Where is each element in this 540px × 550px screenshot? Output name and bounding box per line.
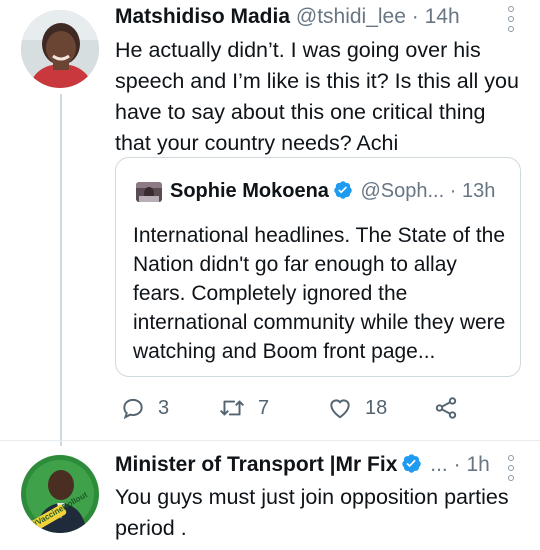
author-name[interactable]: Matshidiso Madia xyxy=(115,5,290,28)
reply-icon xyxy=(123,398,143,420)
timestamp[interactable]: 14h xyxy=(425,5,460,28)
verified-badge-icon xyxy=(333,180,353,207)
quoted-tweet-header: Sophie Mokoena @Soph... · 13h xyxy=(170,178,495,207)
like-count: 18 xyxy=(365,396,388,419)
share-icon xyxy=(435,397,457,419)
tweet-actions: 3 7 18 xyxy=(115,395,475,425)
separator-dot: · xyxy=(449,180,457,202)
share-button[interactable] xyxy=(433,395,459,421)
tweet-text: You guys must just join opposition parti… xyxy=(115,485,509,540)
tweet-header: Matshidiso Madia @tshidi_lee · 14h xyxy=(115,4,460,30)
avatar[interactable] xyxy=(21,10,99,88)
retweet-count: 7 xyxy=(258,396,270,419)
quoted-avatar-photo-icon xyxy=(136,182,162,202)
timestamp[interactable]: 1h xyxy=(466,453,489,476)
reply-count: 3 xyxy=(158,396,170,419)
like-icon xyxy=(330,399,350,419)
author-name[interactable]: Minister of Transport |Mr Fix xyxy=(115,453,397,476)
quoted-author-name: Sophie Mokoena xyxy=(170,180,329,202)
retweet-icon xyxy=(220,400,244,416)
verified-badge-icon xyxy=(401,453,422,481)
truncated-handle: ... xyxy=(430,453,448,476)
tweet-header: Minister of Transport |Mr Fix ... · 1h xyxy=(115,452,490,481)
tweet-minister-of-transport[interactable]: #VaccineRollout Minister of Transport |M… xyxy=(0,441,540,550)
separator-dot: · xyxy=(411,5,419,28)
quoted-tweet-card[interactable]: Sophie Mokoena @Soph... · 13h Internatio… xyxy=(115,157,521,377)
tweet-matshidiso[interactable]: Matshidiso Madia @tshidi_lee · 14h He ac… xyxy=(0,0,540,440)
more-options-icon[interactable] xyxy=(505,6,517,32)
quoted-timestamp: 13h xyxy=(461,180,496,202)
separator-dot: · xyxy=(453,453,461,476)
quoted-tweet-text: International headlines. The State of th… xyxy=(133,224,506,363)
quoted-avatar xyxy=(136,182,162,202)
reply-button[interactable]: 3 xyxy=(120,395,169,421)
avatar[interactable]: #VaccineRollout xyxy=(21,455,99,533)
author-handle[interactable]: @tshidi_lee xyxy=(296,5,406,28)
more-options-icon[interactable] xyxy=(505,455,517,481)
tweet-text: He actually didn’t. I was going over his… xyxy=(115,38,519,155)
quoted-author-handle: @Soph... xyxy=(360,180,445,202)
avatar-photo-icon xyxy=(21,10,99,88)
like-button[interactable]: 18 xyxy=(327,395,387,421)
retweet-button[interactable]: 7 xyxy=(218,395,269,421)
